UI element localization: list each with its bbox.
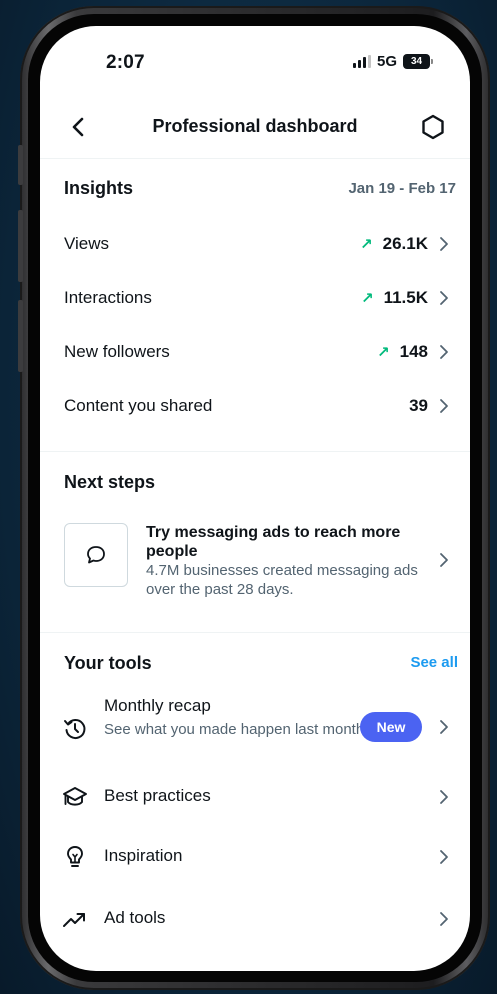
chevron-right-icon [440, 291, 448, 305]
chevron-right-icon [440, 237, 448, 251]
trending-arrow-icon [63, 913, 85, 927]
date-range: Jan 19 - Feb 17 [348, 180, 456, 197]
nav-divider [40, 158, 470, 159]
metric-value: 11.5K [383, 288, 428, 307]
metric-value: 26.1K [382, 234, 428, 253]
status-indicators: 5G 34 [352, 53, 433, 70]
phone-volume-up-button [18, 210, 23, 282]
metric-label: Views [64, 234, 110, 253]
metric-value: 39 [409, 396, 428, 415]
chevron-right-icon [440, 720, 448, 734]
chevron-right-icon [440, 790, 448, 804]
metric-right: ↗ 11.5K [361, 288, 450, 308]
top-nav: Professional dashboard [40, 102, 470, 158]
trend-up-icon: ↗ [377, 344, 390, 361]
section-divider [40, 632, 470, 633]
metric-row-views[interactable]: Views ↗ 26.1K [40, 218, 470, 272]
phone-action-button [18, 145, 23, 185]
message-bubble-icon [87, 546, 105, 564]
status-time: 2:07 [106, 52, 145, 73]
graduation-cap-icon [63, 787, 87, 806]
tool-label: Ad tools [104, 908, 166, 927]
phone-volume-down-button [18, 300, 23, 372]
your-tools-title: Your tools [64, 653, 152, 673]
see-all-link[interactable]: See all [410, 654, 458, 671]
tool-row-monthly-recap[interactable]: Monthly recap See what you made happen l… [40, 694, 470, 770]
metric-value: 148 [399, 342, 428, 361]
section-divider [40, 451, 470, 452]
history-icon [64, 719, 86, 739]
chevron-right-icon [440, 399, 448, 413]
battery-level: 34 [410, 56, 423, 67]
status-bar: 2:07 5G 34 [40, 26, 470, 96]
metric-row-interactions[interactable]: Interactions ↗ 11.5K [40, 272, 470, 326]
card-icon-box [64, 523, 128, 587]
messaging-ads-card[interactable]: Try messaging ads to reach more people 4… [64, 523, 450, 603]
settings-button[interactable] [418, 112, 448, 142]
insights-title: Insights [64, 178, 134, 198]
metric-label: New followers [64, 342, 170, 361]
next-steps-title: Next steps [64, 472, 156, 492]
card-title: Try messaging ads to reach more people [146, 524, 401, 560]
chevron-right-icon [440, 345, 448, 359]
tool-row-inspiration[interactable]: Inspiration [40, 832, 470, 882]
tool-label: Best practices [104, 786, 211, 805]
card-description: 4.7M businesses created messaging ads ov… [146, 562, 418, 598]
metric-right: 39 [409, 396, 450, 416]
chevron-right-icon [440, 912, 448, 926]
chevron-right-icon [440, 553, 448, 567]
metric-row-content-shared[interactable]: Content you shared 39 [40, 380, 470, 434]
metric-label: Interactions [64, 288, 152, 307]
chevron-right-icon [440, 850, 448, 864]
page-title: Professional dashboard [152, 116, 358, 136]
tool-label: Inspiration [104, 846, 183, 865]
new-badge: New [360, 712, 422, 742]
lightbulb-icon [67, 846, 83, 867]
signal-icon [352, 55, 371, 68]
battery-icon: 34 [403, 54, 433, 69]
settings-icon [422, 114, 444, 140]
tool-row-ad-tools[interactable]: Ad tools [40, 894, 470, 944]
tool-subtitle: See what you made happen last month. [104, 721, 369, 738]
metric-row-new-followers[interactable]: New followers ↗ 148 [40, 326, 470, 380]
phone-screen: 2:07 5G 34 Professional dashboard Insigh… [40, 26, 470, 971]
network-type: 5G [376, 53, 397, 70]
trend-up-icon: ↗ [360, 290, 374, 307]
tool-label: Monthly recap [104, 696, 211, 715]
tool-row-best-practices[interactable]: Best practices [40, 772, 470, 822]
metric-label: Content you shared [64, 396, 213, 415]
trend-up-icon: ↗ [360, 236, 373, 253]
metric-right: ↗ 26.1K [360, 234, 450, 254]
metric-right: ↗ 148 [377, 342, 450, 362]
